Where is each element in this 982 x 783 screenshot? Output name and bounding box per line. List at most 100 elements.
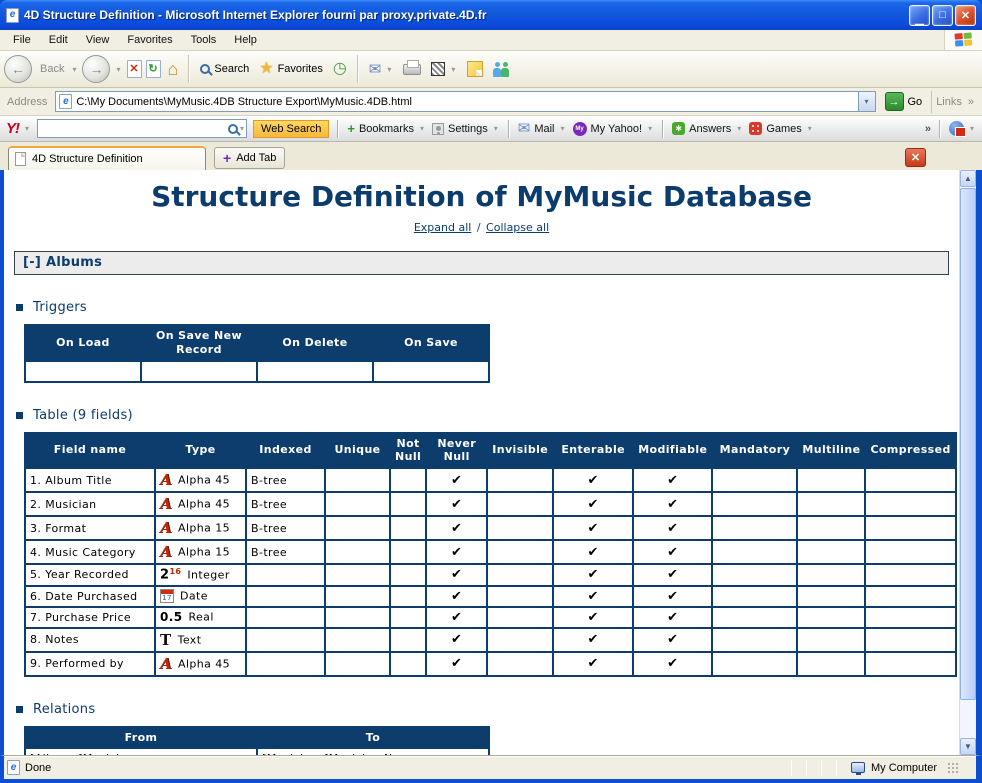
back-dropdown-icon[interactable]: ▾ [72,65,76,74]
cell-modifiable: ✔ [633,607,712,628]
relations-heading: Relations [16,702,959,717]
toolbar-overflow-icon[interactable]: » [925,123,931,135]
scroll-up-icon: ▲ [964,174,972,183]
address-input[interactable]: e C:\My Documents\MyMusic.4DB Structure … [55,91,875,112]
edit-dropdown-icon[interactable]: ▾ [451,65,455,74]
yahoo-logo-button[interactable]: Y! ▾ [6,120,31,137]
settings-dropdown-icon[interactable]: ▾ [494,124,498,133]
cell-enterable: ✔ [553,652,633,676]
address-dropdown-button[interactable]: ▾ [858,92,875,111]
settings-button[interactable]: Settings ▾ [432,123,500,135]
minimize-button[interactable]: ▁ [909,5,930,26]
cell-never-null: ✔ [426,516,487,540]
mail-dropdown-icon[interactable]: ▾ [561,124,565,133]
scrollbar-track[interactable] [960,701,976,738]
sticky-note-icon [467,61,483,77]
scrollbar-thumb[interactable] [960,188,976,700]
cell-not-null [390,540,426,564]
column-header: Enterable [553,433,633,469]
menu-tools[interactable]: Tools [182,32,226,48]
cell-enterable: ✔ [553,586,633,607]
close-button[interactable]: ✕ [955,5,976,26]
menu-help[interactable]: Help [225,32,266,48]
favorites-button[interactable]: ★ Favorites [256,59,326,79]
menu-favorites[interactable]: Favorites [118,32,181,48]
cell-invisible [487,540,553,564]
history-button[interactable]: ◷ [330,59,350,79]
my-yahoo-button[interactable]: My My Yahoo! ▾ [573,122,655,136]
type-label: Real [188,611,213,624]
status-separator [791,760,792,776]
yahoo-dropdown-icon[interactable]: ▾ [25,124,29,133]
home-button[interactable]: ⌂ [165,58,182,80]
window-title: 4D Structure Definition - Microsoft Inte… [24,8,907,22]
stop-button[interactable]: ✕ [127,60,142,78]
back-button[interactable]: ← [4,55,32,83]
alpha-type-icon: A [160,471,172,489]
print-button[interactable] [400,62,424,77]
cell-mandatory [712,607,797,628]
bookmarks-dropdown-icon[interactable]: ▾ [420,124,424,133]
cell-compressed [865,564,955,586]
links-bar[interactable]: Links » [931,91,978,113]
edit-button[interactable]: ▾ [428,60,460,78]
cell-field-name: 9. Performed by [25,652,155,676]
cell-indexed [246,586,325,607]
cell-not-null [390,492,426,516]
type-label: Alpha 45 [178,474,230,487]
title-bar[interactable]: e 4D Structure Definition - Microsoft In… [0,0,982,30]
go-button[interactable]: → Go [881,92,927,111]
albums-section-header[interactable]: [-] Albums [14,251,949,275]
yahoo-search-input[interactable]: ▾ [37,119,247,138]
collapse-all-link[interactable]: Collapse all [486,221,549,234]
search-button[interactable]: Search [197,61,252,77]
chevron-down-icon: ▾ [864,97,868,106]
bookmarks-button[interactable]: + Bookmarks ▾ [347,121,426,136]
notes-button[interactable] [464,59,486,79]
cell-enterable: ✔ [553,468,633,492]
cell-never-null: ✔ [426,468,487,492]
address-bar: Address e C:\My Documents\MyMusic.4DB St… [0,88,982,116]
messenger-button[interactable] [490,59,515,79]
cell-type: AAlpha 45 [155,652,246,676]
forward-button[interactable]: → [82,55,110,83]
my-yahoo-dropdown-icon[interactable]: ▾ [648,124,652,133]
refresh-button[interactable]: ↻ [146,60,161,78]
resize-grip[interactable] [947,762,959,774]
pdf-button[interactable]: ▾ [949,121,976,136]
tab-4d-structure-definition[interactable]: 4D Structure Definition [8,146,206,170]
answers-dropdown-icon[interactable]: ▾ [737,124,741,133]
answers-button[interactable]: ∗ Answers ▾ [672,122,743,135]
column-header: Compressed [865,433,955,469]
close-toolbar-button[interactable]: ✕ [905,148,926,167]
scroll-up-button[interactable]: ▲ [960,170,976,187]
mail-button[interactable]: ✉ ▾ [366,60,397,79]
games-dropdown-icon[interactable]: ▾ [808,124,812,133]
my-yahoo-icon: My [573,122,587,136]
real-type-icon: 0.5 [160,610,182,624]
cell-field-name: 7. Purchase Price [25,607,155,628]
fields-heading-label: Table (9 fields) [33,408,133,423]
yahoo-mail-button[interactable]: ✉ Mail ▾ [518,121,567,136]
scroll-down-button[interactable]: ▼ [960,738,976,755]
add-tab-button[interactable]: + Add Tab [214,147,285,169]
forward-dropdown-icon[interactable]: ▾ [116,65,120,74]
menu-view[interactable]: View [77,32,119,48]
mail-dropdown-icon[interactable]: ▾ [387,65,391,74]
search-dropdown-icon[interactable]: ▾ [240,124,244,133]
web-search-button[interactable]: Web Search [253,120,329,138]
expand-all-link[interactable]: Expand all [414,221,472,234]
pdf-dropdown-icon[interactable]: ▾ [970,124,974,133]
table-row: 7. Purchase Price 0.5Real ✔ ✔ ✔ [25,607,956,628]
search-icon [200,64,210,74]
menu-file[interactable]: File [4,32,40,48]
games-button[interactable]: Games ▾ [749,122,813,135]
text-type-icon: T [160,631,172,649]
cell-invisible [487,492,553,516]
maximize-button[interactable]: □ [932,5,953,26]
table-row: 1. Album Title AAlpha 45 B-tree ✔ ✔ ✔ [25,468,956,492]
vertical-scrollbar[interactable]: ▲ ▼ [959,170,976,755]
cell-invisible [487,516,553,540]
menu-edit[interactable]: Edit [40,32,77,48]
trigger-cell [373,361,489,382]
